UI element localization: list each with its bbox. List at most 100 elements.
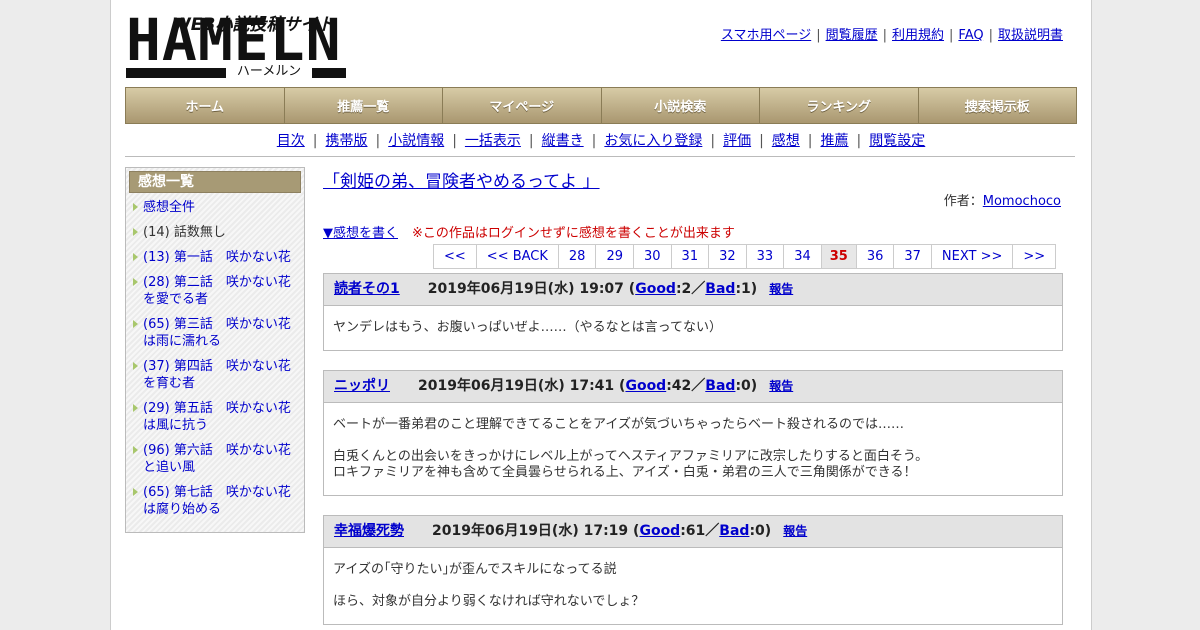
comments-sidebar: 感想一覧 感想全件 (14) 話数無し (13) 第一話 咲かない花 (28) 第二話… (125, 167, 305, 533)
subnav-mobile[interactable]: 携帯版 (325, 133, 367, 149)
page-link[interactable]: 34 (784, 245, 822, 268)
sidebar-item[interactable]: (37) 第四話 咲かない花を育む者 (126, 358, 304, 392)
sidebar-item[interactable]: (65) 第三話 咲かない花は雨に濡れる (126, 316, 304, 350)
arrow-right-icon (133, 404, 138, 412)
arrow-right-icon (133, 228, 138, 236)
sidebar-item-label[interactable]: (37) 第四話 咲かない花を育む者 (143, 359, 291, 391)
commenter-name[interactable]: 読者その1 (334, 281, 400, 297)
commenter-name[interactable]: 幸福爆死勢 (334, 523, 404, 539)
author-label: 作者： (943, 194, 983, 209)
good-link[interactable]: Good (625, 378, 666, 394)
page-current: 35 (821, 245, 857, 268)
arrow-right-icon (133, 278, 138, 286)
comment-text: 白兎くんとの出会いをきっかけにレベル上がってヘスティアファミリアに改宗したりする… (333, 449, 929, 464)
good-link[interactable]: Good (639, 523, 680, 539)
comment-card: 読者その1 2019年06月19日(水) 19:07 (Good:2／Bad:1)… (323, 273, 1063, 351)
comment-text: ベートが一番弟君のこと理解できてることをアイズが気づいちゃったらベート殺されるの… (333, 417, 904, 432)
page-link[interactable]: << (434, 245, 477, 268)
arrow-right-icon (133, 320, 138, 328)
link-manual[interactable]: 取扱説明書 (998, 28, 1063, 43)
novel-title[interactable]: 「剣姫の弟、冒険者やめるってよ 」 (323, 167, 600, 192)
subnav-showall[interactable]: 一括表示 (465, 133, 521, 149)
nav-mypage[interactable]: マイページ (443, 88, 602, 123)
report-link[interactable]: 報告 (783, 524, 807, 538)
author-line: 作者：Momochoco (944, 190, 1061, 209)
nav-home[interactable]: ホーム (126, 88, 285, 123)
sidebar-list: 感想全件 (14) 話数無し (13) 第一話 咲かない花 (28) 第二話 咲かない… (126, 193, 304, 518)
comment-date: 2019年06月19日(水) 17:19 (432, 523, 634, 539)
comment-header: ニッポリ 2019年06月19日(水) 17:41 (Good:42／Bad:0)… (324, 371, 1062, 403)
vote-counts: (Good:2／Bad:1) (628, 281, 758, 297)
subnav-info[interactable]: 小説情報 (388, 133, 444, 149)
page-link[interactable]: 31 (671, 245, 710, 268)
sidebar-item: (14) 話数無し (126, 224, 304, 241)
page: WEB小説投稿サイト HAMELN ハーメルン スマホ用ページ | 閲覧履歴 | 利用規… (110, 0, 1092, 630)
novel-subnav: 目次 | 携帯版 | 小説情報 | 一括表示 | 縦書き | お気に入り登録 | 評価 | 感想 | 推薦 | 閲覧… (276, 133, 926, 149)
link-smartphone[interactable]: スマホ用ページ (721, 28, 811, 43)
sidebar-item-label[interactable]: (96) 第六話 咲かない花と追い風 (143, 443, 291, 475)
vote-counts: (Good:42／Bad:0) (619, 378, 758, 394)
sidebar-item[interactable]: (96) 第六話 咲かない花と追い風 (126, 442, 304, 476)
subnav-toc[interactable]: 目次 (277, 133, 305, 149)
global-nav: ホーム 推薦一覧 マイページ 小説検索 ランキング 捜索掲示板 (125, 87, 1077, 124)
arrow-right-icon (133, 488, 138, 496)
comment-date: 2019年06月19日(水) 17:41 (418, 378, 620, 394)
subnav-vertical[interactable]: 縦書き (542, 133, 584, 149)
page-link[interactable]: 36 (856, 245, 895, 268)
site-logo[interactable]: WEB小説投稿サイト HAMELN ハーメルン (126, 10, 346, 80)
good-link[interactable]: Good (635, 281, 676, 297)
arrow-right-icon (133, 253, 138, 261)
sidebar-item-label[interactable]: (65) 第三話 咲かない花は雨に濡れる (143, 317, 291, 349)
comment-text: ヤンデレはもう、お腹いっぱいぜよ……（やるなとは言ってない） (333, 320, 722, 335)
page-link[interactable]: NEXT >> (931, 245, 1014, 268)
write-comment-link[interactable]: ▼感想を書く (323, 226, 398, 241)
arrow-right-icon (133, 362, 138, 370)
nav-ranking[interactable]: ランキング (760, 88, 919, 123)
link-faq[interactable]: FAQ (958, 28, 983, 43)
nav-board[interactable]: 捜索掲示板 (918, 88, 1076, 123)
subnav-rate[interactable]: 評価 (723, 133, 751, 149)
link-history[interactable]: 閲覧履歴 (826, 28, 878, 43)
comment-text: アイズの｢守りたい｣が歪んでスキルになってる説 (333, 562, 617, 577)
sidebar-item-label[interactable]: (28) 第二話 咲かない花を愛でる者 (143, 275, 291, 307)
report-link[interactable]: 報告 (769, 379, 793, 393)
page-link[interactable]: 33 (746, 245, 785, 268)
sidebar-item[interactable]: (29) 第五話 咲かない花は風に抗う (126, 400, 304, 434)
sidebar-item-label[interactable]: (13) 第一話 咲かない花 (143, 250, 291, 265)
sidebar-item-label[interactable]: (29) 第五話 咲かない花は風に抗う (143, 401, 291, 433)
page-link[interactable]: 28 (558, 245, 597, 268)
nav-recommend[interactable]: 推薦一覧 (284, 88, 443, 123)
report-link[interactable]: 報告 (769, 282, 793, 296)
arrow-right-icon (133, 446, 138, 454)
comment-card: 幸福爆死勢 2019年06月19日(水) 17:19 (Good:61／Bad:0… (323, 515, 1063, 625)
subnav-settings[interactable]: 閲覧設定 (869, 133, 925, 149)
nav-search[interactable]: 小説検索 (601, 88, 760, 123)
subnav-suggest[interactable]: 推薦 (821, 133, 849, 149)
subnav-favorite[interactable]: お気に入り登録 (604, 133, 702, 149)
bad-link[interactable]: Bad (719, 523, 749, 539)
write-note: ※この作品はログインせずに感想を書くことが出来ます (412, 226, 735, 241)
link-terms[interactable]: 利用規約 (892, 28, 944, 43)
comment-header: 読者その1 2019年06月19日(水) 19:07 (Good:2／Bad:1)… (324, 274, 1062, 306)
page-link[interactable]: << BACK (476, 245, 559, 268)
commenter-name[interactable]: ニッポリ (334, 378, 390, 394)
comment-text: ロキファミリアを神も含めて全員曇らせられる上、アイズ・白兎・弟君の三人で三角関係… (333, 465, 917, 480)
author-link[interactable]: Momochoco (983, 194, 1061, 209)
sidebar-item[interactable]: (13) 第一話 咲かない花 (126, 249, 304, 266)
sidebar-item-label[interactable]: 感想全件 (143, 200, 195, 215)
bad-link[interactable]: Bad (705, 378, 735, 394)
comment-body: アイズの｢守りたい｣が歪んでスキルになってる説 ほら、対象が自分より弱くなければ守… (324, 548, 1062, 624)
page-link[interactable]: 30 (634, 245, 672, 268)
sidebar-item[interactable]: (28) 第二話 咲かない花を愛でる者 (126, 274, 304, 308)
subnav-comments[interactable]: 感想 (772, 133, 800, 149)
sidebar-item-label[interactable]: (65) 第七話 咲かない花は腐り始める (143, 485, 291, 517)
page-link[interactable]: 29 (596, 245, 634, 268)
sidebar-item[interactable]: 感想全件 (126, 199, 304, 216)
page-link[interactable]: 37 (894, 245, 932, 268)
sidebar-item-label: (14) 話数無し (143, 225, 226, 240)
page-link[interactable]: >> (1013, 245, 1057, 268)
bad-link[interactable]: Bad (705, 281, 735, 297)
comment-body: ヤンデレはもう、お腹いっぱいぜよ……（やるなとは言ってない） (324, 306, 1062, 350)
sidebar-item[interactable]: (65) 第七話 咲かない花は腐り始める (126, 484, 304, 518)
page-link[interactable]: 32 (709, 245, 747, 268)
